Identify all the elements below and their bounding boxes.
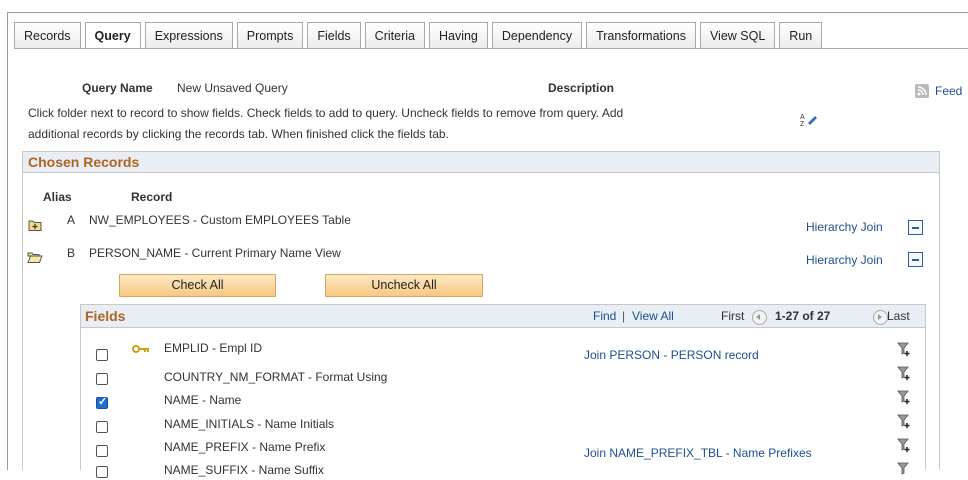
tab-records[interactable]: Records [14, 22, 81, 48]
svg-text:A: A [800, 114, 805, 121]
tab-prompts[interactable]: Prompts [236, 22, 304, 48]
tab-fields[interactable]: Fields [307, 22, 361, 48]
tab-run[interactable]: Run [779, 22, 823, 48]
field-checkbox-name-initials[interactable] [96, 421, 108, 433]
add-criteria-filter-icon[interactable] [897, 438, 911, 453]
field-name-name-prefix: NAME_PREFIX - Name Prefix [164, 440, 326, 454]
field-name-country-nm-format: COUNTRY_NM_FORMAT - Format Using [164, 370, 388, 384]
fields-grid-title: Fields [85, 308, 126, 324]
tab-having[interactable]: Having [428, 22, 488, 48]
description-label: Description [548, 81, 615, 95]
last-label: Last [887, 309, 910, 323]
add-criteria-filter-icon[interactable] [897, 342, 911, 357]
join-name-prefix-link[interactable]: Join NAME_PREFIX_TBL - Name Prefixes [584, 446, 812, 460]
find-link[interactable]: Find [593, 309, 616, 323]
page-range: 1-27 of 27 [775, 309, 831, 323]
record-b-hierarchy-join-link[interactable]: Hierarchy Join [806, 253, 883, 267]
field-name-name-suffix: NAME_SUFFIX - Name Suffix [164, 463, 324, 477]
check-all-button[interactable]: Check All [119, 274, 276, 297]
record-a-alias: A [67, 213, 76, 227]
tab-query[interactable]: Query [84, 22, 141, 49]
rss-feed-icon[interactable] [915, 84, 929, 98]
previous-page-icon[interactable] [752, 310, 767, 325]
record-a-name: NW_EMPLOYEES - Custom EMPLOYEES Table [89, 213, 351, 227]
add-criteria-filter-icon[interactable] [897, 366, 911, 381]
first-label: First [721, 309, 745, 323]
field-name-name: NAME - Name [164, 393, 242, 407]
folder-open-icon[interactable] [27, 251, 43, 264]
tab-dependency[interactable]: Dependency [491, 22, 583, 48]
record-column-header: Record [131, 190, 173, 204]
view-all-link[interactable]: View All [632, 309, 674, 323]
record-b-alias: B [67, 246, 76, 260]
tab-bar: Records Query Expressions Prompts Fields… [14, 22, 826, 49]
field-checkbox-emplid[interactable] [96, 349, 108, 361]
record-a-hierarchy-join-link[interactable]: Hierarchy Join [806, 220, 883, 234]
record-a-remove-button[interactable] [908, 220, 923, 235]
add-criteria-filter-icon[interactable] [897, 414, 911, 429]
tab-view-sql[interactable]: View SQL [699, 22, 776, 48]
field-checkbox-country-nm-format[interactable] [96, 373, 108, 385]
record-b-name: PERSON_NAME - Current Primary Name View [89, 246, 341, 260]
tab-divider [14, 48, 968, 49]
field-name-name-initials: NAME_INITIALS - Name Initials [164, 417, 335, 431]
field-name-emplid: EMPLID - Empl ID [164, 341, 263, 355]
field-checkbox-name[interactable] [96, 395, 108, 409]
key-icon [132, 343, 150, 353]
query-name-label: Query Name [82, 81, 153, 95]
join-person-link[interactable]: Join PERSON - PERSON record [584, 348, 759, 362]
field-checkbox-name-suffix[interactable] [96, 466, 108, 478]
folder-closed-icon[interactable] [28, 219, 43, 232]
fields-grid-header: Fields Find | View All First 1-27 of 27 … [80, 304, 926, 328]
find-separator: | [622, 309, 626, 323]
tab-criteria[interactable]: Criteria [364, 22, 425, 48]
tab-expressions[interactable]: Expressions [144, 22, 233, 48]
uncheck-all-button[interactable]: Uncheck All [325, 274, 483, 297]
field-checkbox-name-prefix[interactable] [96, 445, 108, 457]
chosen-records-title: Chosen Records [22, 151, 940, 173]
spellcheck-icon[interactable]: AZ [800, 112, 820, 128]
tab-transformations[interactable]: Transformations [586, 22, 696, 48]
instructions-line-1: Click folder next to record to show fiel… [28, 106, 624, 120]
svg-text:Z: Z [800, 121, 805, 126]
add-criteria-filter-icon[interactable] [897, 390, 911, 405]
record-b-remove-button[interactable] [908, 252, 923, 267]
instructions-line-2: additional records by clicking the recor… [28, 127, 449, 141]
feed-link[interactable]: Feed [935, 84, 962, 98]
query-name-value: New Unsaved Query [177, 81, 288, 95]
alias-column-header: Alias [43, 190, 72, 204]
